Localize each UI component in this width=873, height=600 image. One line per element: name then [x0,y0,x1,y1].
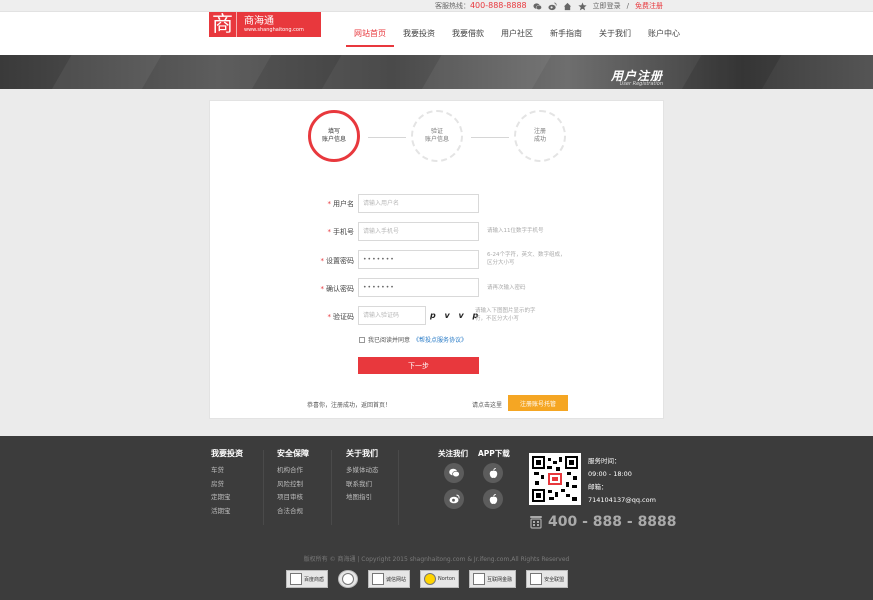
copyright: 版权所有 © 商海通 | Copyright 2015 shagnhaitong… [303,556,570,563]
register-link[interactable]: 免费注册 [635,1,663,11]
service-time: 09:00 - 18:00 [588,470,632,478]
star-icon[interactable] [578,1,587,11]
email-label: 邮箱： [588,483,608,491]
logo-name: 商海通 [244,15,274,27]
register-escrow-button[interactable]: 注册账号托管 [508,395,568,411]
success-message: 恭喜你，注册成功，返回首页！ [307,402,392,409]
site-logo[interactable]: 商 商海通 www.shanghaitong.com [209,12,321,37]
next-step-button[interactable]: 下一步 [358,357,479,374]
nav-item-invest[interactable]: 我要投资 [395,24,443,47]
topbar-separator: / [626,2,629,10]
nav-item-community[interactable]: 用户社区 [493,24,541,47]
captcha-image[interactable]: p v v p [430,311,481,320]
nav-item-account[interactable]: 账户中心 [640,24,688,47]
nav-item-home[interactable]: 网站首页 [346,24,394,47]
footer-link[interactable]: 活期宝 [211,505,243,519]
footer-phone: 400 - 888 - 8888 [529,514,677,530]
step-connector [471,137,509,138]
email-address[interactable]: 714104137@qq.com [588,494,656,507]
phone-icon [530,516,542,529]
contact-info: 服务时间： 09:00 - 18:00 邮箱： 714104137@qq.com [588,455,656,507]
footer-divider [331,450,332,525]
agreement-row: 我已阅读并同意 《帮投点服务协议》 [359,335,467,344]
apple-icon[interactable] [483,489,503,509]
password-label: * 设置密码 [320,257,355,265]
trust-badge[interactable]: 百度商盾 [286,570,329,588]
footer-divider [398,450,399,525]
hotline-number: 400-888-8888 [469,1,527,10]
weibo-icon[interactable] [444,489,464,509]
service-time-label: 服务时间： [588,457,621,465]
phone-hint: 请输入11位数字手机号 [487,228,544,234]
footer-link[interactable]: 车贷 [211,464,243,478]
footer-link[interactable]: 联系我们 [346,478,379,492]
phone-label: * 手机号 [327,228,355,236]
footer-link[interactable]: 房贷 [211,478,243,492]
footer-link[interactable]: 定期宝 [211,491,243,505]
confirm-password-input[interactable] [358,278,479,297]
top-bar: 客服热线：400-888-8888 立即登录 / 免费注册 [0,0,873,12]
password-hint: 6-24个字符，英文、数字组成，区分大小写 [487,252,566,266]
username-label: * 用户名 [327,200,355,208]
click-here-text: 请点击这里 [472,402,503,409]
trust-badge[interactable]: 互联网金融 [469,570,517,588]
registration-card: 填写账户信息 验证账户信息 注册成功 *用户名 *手机号 请输入11位数字手机号… [209,100,664,419]
footer-link[interactable]: 机构合作 [277,464,309,478]
nav-item-borrow[interactable]: 我要借款 [444,24,492,47]
page-banner: 用户注册 User Registration [0,55,873,89]
logo-glyph: 商 [209,12,237,37]
header: 商 商海通 www.shanghaitong.com 网站首页 我要投资 我要借… [0,12,873,55]
trust-badge[interactable]: Norton [420,570,460,588]
password-input[interactable] [358,250,479,269]
app-download-title: APP下载 [478,449,510,458]
wechat-icon[interactable] [533,2,542,11]
confirm-password-hint: 请再次输入密码 [487,285,526,291]
footer: 我要投资 车贷 房贷 定期宝 活期宝 安全保障 机构合作 风险控制 项目审核 合… [0,436,873,600]
nav-item-guide[interactable]: 新手指南 [542,24,590,47]
agreement-text: 我已阅读并同意 [368,337,411,344]
phone-input[interactable] [358,222,479,241]
footer-phone-number: 400 - 888 - 8888 [548,514,677,530]
captcha-input[interactable] [358,306,426,325]
nav-item-about[interactable]: 关于我们 [591,24,639,47]
footer-divider [263,450,264,525]
footer-link[interactable]: 多媒体动态 [346,464,379,478]
agreement-checkbox[interactable] [359,336,365,343]
qr-code [529,453,581,505]
step-3: 注册 成功 [514,110,566,162]
trust-badge[interactable] [338,570,359,588]
footer-link[interactable]: 风险控制 [277,478,309,492]
follow-us-title: 关注我们 [438,449,468,458]
agreement-link[interactable]: 《帮投点服务协议》 [413,335,467,344]
footer-link[interactable]: 项目审核 [277,491,309,505]
step-connector [368,137,406,138]
footer-col-about: 关于我们 多媒体动态 联系我们 地图指引 [346,448,379,505]
trust-badge[interactable]: 安全联盟 [526,570,569,588]
footer-col-invest: 我要投资 车贷 房贷 定期宝 活期宝 [211,448,243,518]
banner-subtitle: User Registration [619,81,663,87]
username-input[interactable] [358,194,479,213]
footer-link[interactable]: 地图指引 [346,491,379,505]
logo-domain: www.shanghaitong.com [244,26,304,33]
weibo-icon[interactable] [548,2,557,11]
step-1: 填写 账户信息 [308,110,360,162]
captcha-hint: 请输入下图图片显示的字符，不区分大小写 [475,308,536,322]
trust-badges: 百度商盾 诚信网站 Norton 互联网金融 安全联盟 [286,570,569,588]
captcha-label: * 验证码 [327,313,355,321]
main-nav: 网站首页 我要投资 我要借款 用户社区 新手指南 关于我们 账户中心 [346,24,689,47]
apple-icon[interactable] [483,463,503,483]
login-link[interactable]: 立即登录 [593,1,621,11]
home-icon[interactable] [563,2,572,11]
footer-col-security: 安全保障 机构合作 风险控制 项目审核 合法合规 [277,448,309,518]
footer-link[interactable]: 合法合规 [277,505,309,519]
wechat-icon[interactable] [444,463,464,483]
hotline-label: 客服热线：400-888-8888 [434,1,527,10]
trust-badge[interactable]: 诚信网站 [368,570,411,588]
confirm-password-label: * 确认密码 [320,285,355,293]
step-2: 验证 账户信息 [411,110,463,162]
